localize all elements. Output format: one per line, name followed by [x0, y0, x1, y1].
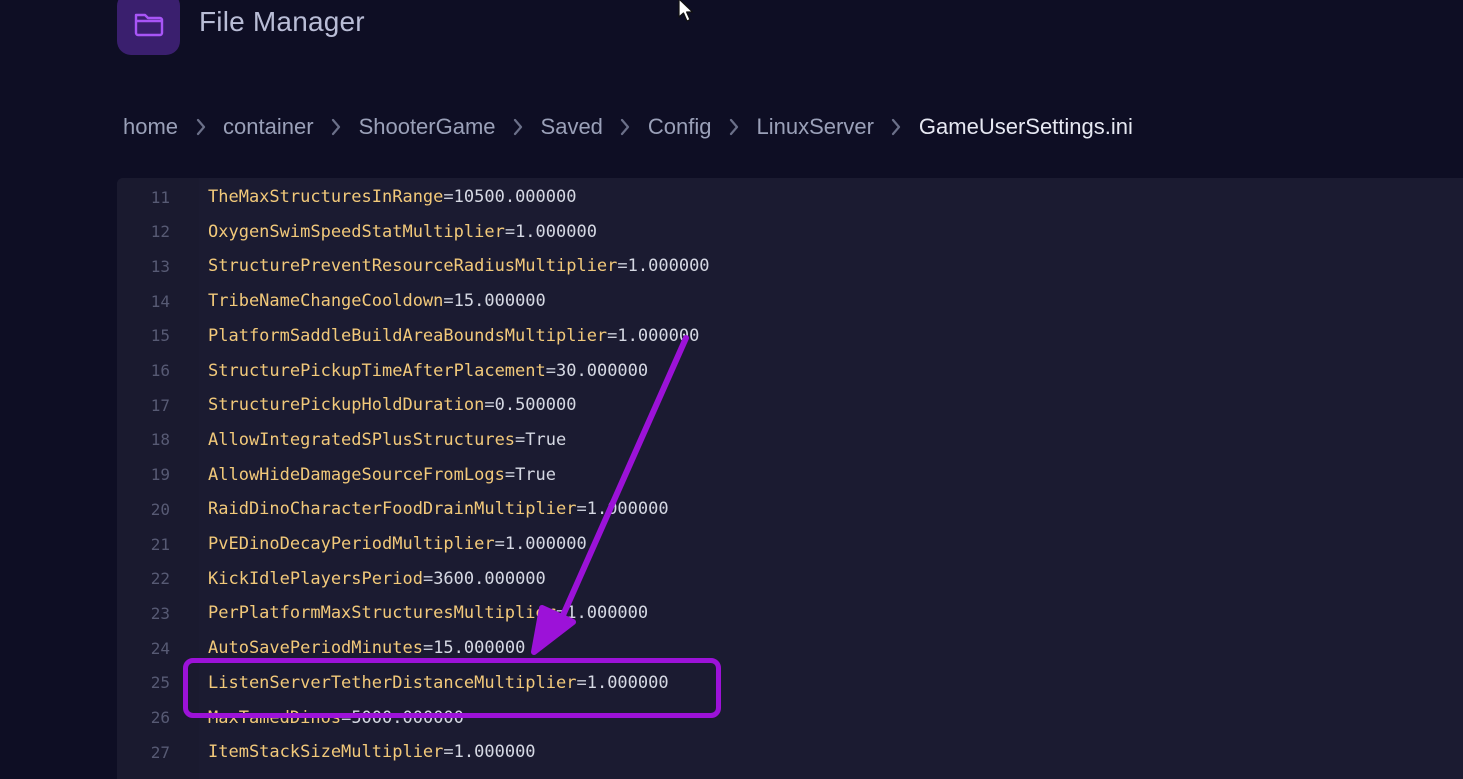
setting-key: AutoSavePeriodMinutes	[208, 638, 423, 659]
setting-key: TheMaxStructuresInRange	[208, 187, 444, 207]
line-number: 22	[150, 569, 170, 589]
breadcrumb: home container ShooterGame Saved Config Linux…	[123, 113, 1133, 141]
setting-key: AllowIntegratedSPlusStructures	[208, 429, 516, 450]
chevron-right-icon	[496, 113, 541, 141]
chevron-right-icon	[712, 113, 757, 141]
setting-value: 30.000000	[556, 360, 649, 381]
line-number: 16	[150, 361, 170, 380]
chevron-right-icon	[178, 113, 223, 141]
setting-value: 10500.000000	[453, 187, 577, 207]
code-line[interactable]: 19 AllowHideDamageSourceFromLogs=True	[117, 458, 1463, 492]
setting-value: 0.500000	[494, 395, 577, 416]
code-line[interactable]: 21 PvEDinoDecayPeriodMultiplier=1.000000	[117, 527, 1463, 561]
breadcrumb-item-container[interactable]: container	[223, 114, 314, 140]
code-text: PlatformSaddleBuildAreaBoundsMultiplier=…	[208, 325, 700, 346]
setting-key: OxygenSwimSpeedStatMultiplier	[208, 221, 505, 242]
line-number: 27	[150, 742, 170, 762]
line-number: 14	[150, 291, 170, 311]
setting-value: 1.000000	[566, 603, 649, 624]
setting-key: PvEDinoDecayPeriodMultiplier	[208, 534, 495, 554]
line-number: 24	[150, 638, 170, 658]
chevron-right-icon	[314, 113, 359, 141]
line-number: 12	[150, 222, 170, 242]
line-number: 25	[150, 673, 170, 693]
setting-value: 1.000000	[627, 256, 710, 277]
code-text: TribeNameChangeCooldown=15.000000	[208, 291, 546, 312]
chevron-right-icon	[874, 113, 919, 141]
setting-value: 1.000000	[453, 742, 536, 763]
breadcrumb-item-shootergame[interactable]: ShooterGame	[359, 114, 496, 140]
mouse-cursor-icon	[678, 0, 694, 22]
setting-value: 15.000000	[453, 291, 546, 312]
line-number: 23	[150, 603, 170, 623]
setting-value: 1.000000	[617, 325, 700, 346]
breadcrumb-current-file: GameUserSettings.ini	[918, 114, 1133, 139]
code-line[interactable]: 11 TheMaxStructuresInRange=10500.000000	[117, 180, 1463, 214]
code-line[interactable]: 12 OxygenSwimSpeedStatMultiplier=1.000000	[117, 215, 1463, 249]
setting-value: True	[515, 464, 557, 485]
setting-key: KickIdlePlayersPeriod	[208, 568, 423, 589]
code-line[interactable]: 20 RaidDinoCharacterFoodDrainMultiplier=1…	[117, 492, 1463, 526]
setting-value: 1.000000	[504, 534, 587, 554]
line-number: 26	[150, 708, 170, 727]
setting-key: StructurePickupHoldDuration	[208, 395, 485, 416]
highlight-box	[183, 658, 721, 718]
setting-value: 3600.000000	[433, 568, 546, 589]
setting-value: 1.000000	[515, 221, 597, 242]
code-line[interactable]: 14 TribeNameChangeCooldown=15.000000	[117, 284, 1463, 318]
code-text: KickIdlePlayersPeriod=3600.000000	[208, 568, 546, 589]
line-number: 18	[150, 430, 170, 450]
setting-value: 1.000000	[586, 499, 669, 520]
setting-key: AllowHideDamageSourceFromLogs	[208, 464, 505, 485]
setting-key: StructurePreventResourceRadiusMultiplier	[208, 256, 618, 277]
setting-key: StructurePickupTimeAfterPlacement	[208, 360, 546, 381]
code-text: RaidDinoCharacterFoodDrainMultiplier=1.0…	[208, 499, 669, 520]
line-number: 11	[150, 187, 170, 207]
file-manager-window: File Manager home container ShooterGame Sav…	[0, 0, 1463, 779]
code-line[interactable]: 23 PerPlatformMaxStructuresMultiplier=1.0…	[117, 596, 1463, 630]
line-number: 20	[150, 499, 170, 519]
code-text: StructurePickupTimeAfterPlacement=30.000…	[208, 360, 649, 381]
code-text: TheMaxStructuresInRange=10500.000000	[208, 187, 577, 207]
code-text: ItemStackSizeMultiplier=1.000000	[208, 742, 536, 763]
line-number: 15	[150, 326, 170, 346]
line-number: 21	[150, 534, 170, 554]
code-text: AllowHideDamageSourceFromLogs=True	[208, 464, 557, 485]
code-text: OxygenSwimSpeedStatMultiplier=1.000000	[208, 221, 597, 242]
breadcrumb-item-linuxserver[interactable]: LinuxServer	[757, 114, 874, 140]
code-line[interactable]: 16 StructurePickupTimeAfterPlacement=30.0…	[117, 354, 1463, 388]
code-line[interactable]: 17 StructurePickupHoldDuration=0.500000	[117, 388, 1463, 422]
code-line[interactable]: 22 KickIdlePlayersPeriod=3600.000000	[117, 562, 1463, 596]
code-line[interactable]: 18 AllowIntegratedSPlusStructures=True	[117, 423, 1463, 457]
code-text: AllowIntegratedSPlusStructures=True	[208, 429, 567, 450]
code-text: PerPlatformMaxStructuresMultiplier=1.000…	[208, 603, 649, 624]
code-text: PvEDinoDecayPeriodMultiplier=1.000000	[208, 534, 587, 554]
setting-key: PerPlatformMaxStructuresMultiplier	[208, 603, 556, 624]
line-number: 19	[150, 465, 170, 485]
breadcrumb-item-saved[interactable]: Saved	[541, 114, 603, 140]
breadcrumb-item-config[interactable]: Config	[648, 114, 712, 140]
setting-key: RaidDinoCharacterFoodDrainMultiplier	[208, 499, 577, 520]
code-text: StructurePreventResourceRadiusMultiplier…	[208, 256, 710, 277]
app-title: File Manager	[199, 6, 365, 37]
folder-icon	[117, 0, 180, 55]
setting-key: PlatformSaddleBuildAreaBoundsMultiplier	[208, 325, 608, 346]
setting-key: ItemStackSizeMultiplier	[208, 742, 444, 763]
code-line[interactable]: 15 PlatformSaddleBuildAreaBoundsMultiplie…	[117, 319, 1463, 353]
code-line[interactable]: 27 ItemStackSizeMultiplier=1.000000	[117, 735, 1463, 769]
line-number: 13	[150, 256, 170, 276]
line-number: 17	[150, 395, 170, 415]
code-line[interactable]: 13 StructurePreventResourceRadiusMultipli…	[117, 249, 1463, 283]
setting-key: TribeNameChangeCooldown	[208, 291, 444, 312]
chevron-right-icon	[603, 113, 648, 141]
breadcrumb-item-home[interactable]: home	[123, 114, 178, 140]
setting-value: True	[525, 429, 567, 450]
code-text: AutoSavePeriodMinutes=15.000000	[208, 638, 526, 659]
code-text: StructurePickupHoldDuration=0.500000	[208, 395, 577, 416]
setting-value: 15.000000	[433, 638, 526, 659]
